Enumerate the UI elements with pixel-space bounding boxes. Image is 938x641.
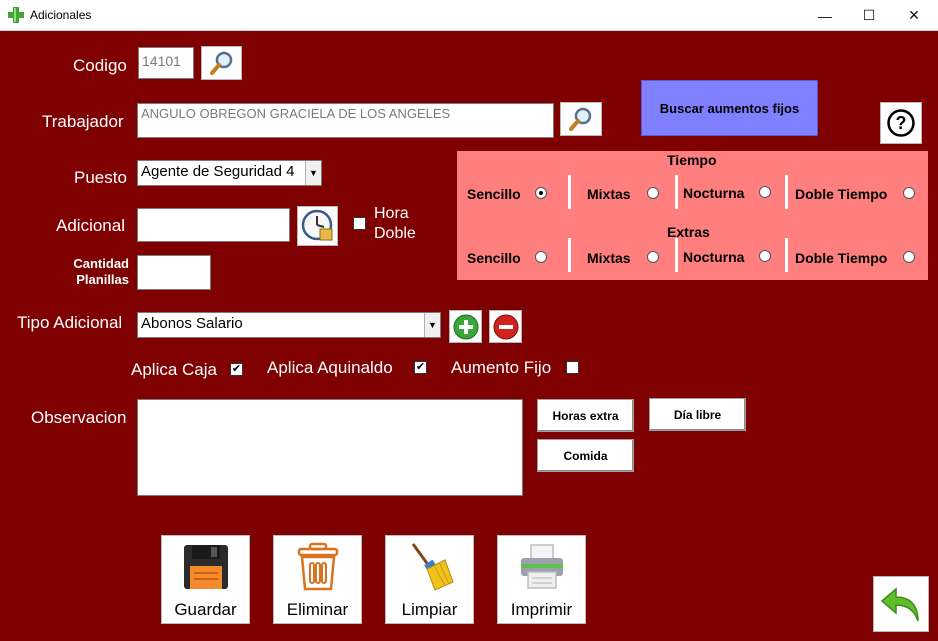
trash-icon xyxy=(297,542,339,591)
tiempo-nocturna-label: Nocturna xyxy=(683,185,745,201)
help-icon: ? xyxy=(887,109,915,137)
adicional-label: Adicional xyxy=(56,216,125,235)
tiempo-sencillo-label: Sencillo xyxy=(467,186,521,202)
puesto-select[interactable]: Agente de Seguridad 4 ▼ xyxy=(137,160,322,186)
hora-doble-checkbox[interactable] xyxy=(353,217,366,230)
dia-libre-button[interactable]: Día libre xyxy=(649,398,746,431)
codigo-label: Codigo xyxy=(73,56,127,75)
tiempo-mixtas-label: Mixtas xyxy=(587,186,631,202)
cantidad-planillas-field[interactable] xyxy=(137,255,211,290)
broom-icon xyxy=(411,543,454,591)
check-icon: ✔ xyxy=(231,363,242,375)
tiempo-mixtas-radio[interactable] xyxy=(647,187,659,199)
search-codigo-button[interactable] xyxy=(201,46,242,80)
eliminar-button[interactable]: Eliminar xyxy=(273,535,362,624)
extras-mixtas-radio[interactable] xyxy=(647,251,659,263)
trabajador-field[interactable]: ANGULO OBREGON GRACIELA DE LOS ANGELES xyxy=(137,103,554,138)
aplica-aguinaldo-checkbox[interactable]: ✔ xyxy=(414,361,427,374)
aplica-caja-label: Aplica Caja xyxy=(131,360,217,379)
separator xyxy=(675,175,678,209)
maximize-icon: ☐ xyxy=(862,7,876,23)
minimize-icon: — xyxy=(818,7,832,24)
extras-sencillo-radio[interactable] xyxy=(535,251,547,263)
tiempo-doble-tiempo-label: Doble Tiempo xyxy=(795,186,888,202)
imprimir-label: Imprimir xyxy=(510,600,573,619)
aumento-fijo-label: Aumento Fijo xyxy=(451,358,552,377)
back-arrow-icon xyxy=(880,587,919,622)
codigo-field[interactable]: 14101 xyxy=(138,47,194,79)
extras-sencillo-label: Sencillo xyxy=(467,250,521,266)
tipo-adicional-value: Abonos Salario xyxy=(141,315,243,332)
clock-icon xyxy=(301,209,332,241)
help-button[interactable]: ? xyxy=(880,102,922,144)
aumento-fijo-checkbox[interactable] xyxy=(566,361,579,374)
tiempo-sencillo-radio[interactable] xyxy=(535,187,547,199)
save-icon xyxy=(184,545,228,589)
limpiar-label: Limpiar xyxy=(401,600,458,619)
buscar-aumentos-fijos-button[interactable]: Buscar aumentos fijos xyxy=(641,80,818,136)
tiempo-doble-tiempo-radio[interactable] xyxy=(903,187,915,199)
aplica-aguinaldo-label: Aplica Aquinaldo xyxy=(267,358,393,377)
tipo-adicional-label: Tipo Adicional xyxy=(17,313,123,332)
horas-extra-button[interactable]: Horas extra xyxy=(537,399,634,432)
add-tipo-button[interactable] xyxy=(449,310,482,343)
chevron-down-icon: ▼ xyxy=(424,313,440,337)
svg-text:?: ? xyxy=(896,113,907,133)
chevron-down-icon: ▼ xyxy=(305,161,321,185)
minimize-button[interactable]: — xyxy=(802,0,848,31)
separator xyxy=(675,238,678,272)
cantidad-label-2: Planillas xyxy=(76,272,129,287)
search-icon xyxy=(569,107,592,131)
puesto-value: Agente de Seguridad 4 xyxy=(141,163,295,180)
extras-nocturna-label: Nocturna xyxy=(683,249,745,265)
tiempo-extras-panel: Tiempo Extras Sencillo Mixtas Nocturna D… xyxy=(457,151,928,280)
separator xyxy=(568,238,571,272)
puesto-label: Puesto xyxy=(74,168,127,187)
remove-tipo-button[interactable] xyxy=(489,310,522,343)
trabajador-label: Trabajador xyxy=(42,112,124,131)
check-icon: ✔ xyxy=(415,361,426,373)
plus-icon xyxy=(8,7,24,23)
remove-icon xyxy=(493,314,518,339)
guardar-label: Guardar xyxy=(174,600,237,619)
hora-doble-label-2: Doble xyxy=(374,225,416,242)
observacion-label: Observacion xyxy=(31,408,127,427)
tipo-adicional-select[interactable]: Abonos Salario ▼ xyxy=(137,312,441,338)
clock-button[interactable] xyxy=(297,206,338,246)
close-icon: ✕ xyxy=(908,7,920,23)
separator xyxy=(785,238,788,272)
observacion-textarea[interactable] xyxy=(137,399,523,496)
maximize-button[interactable]: ☐ xyxy=(846,0,892,31)
imprimir-button[interactable]: Imprimir xyxy=(497,535,586,624)
tiempo-nocturna-radio[interactable] xyxy=(759,186,771,198)
limpiar-button[interactable]: Limpiar xyxy=(385,535,474,624)
back-button[interactable] xyxy=(873,576,929,632)
comida-button[interactable]: Comida xyxy=(537,439,634,472)
search-trabajador-button[interactable] xyxy=(560,102,602,136)
separator xyxy=(785,175,788,209)
adicional-field[interactable] xyxy=(137,208,290,242)
extras-doble-tiempo-radio[interactable] xyxy=(903,251,915,263)
printer-icon xyxy=(521,544,563,589)
guardar-button[interactable]: Guardar xyxy=(161,535,250,624)
extras-nocturna-radio[interactable] xyxy=(759,250,771,262)
title-bar: Adicionales — ☐ ✕ xyxy=(0,0,938,31)
window-title: Adicionales xyxy=(30,8,92,22)
add-icon xyxy=(453,314,478,339)
extras-mixtas-label: Mixtas xyxy=(587,250,631,266)
extras-title: Extras xyxy=(667,224,710,240)
extras-doble-tiempo-label: Doble Tiempo xyxy=(795,250,888,266)
close-button[interactable]: ✕ xyxy=(891,0,937,31)
tiempo-title: Tiempo xyxy=(667,152,717,168)
aplica-caja-checkbox[interactable]: ✔ xyxy=(230,363,243,376)
cantidad-label-1: Cantidad xyxy=(73,256,129,271)
separator xyxy=(568,175,571,209)
search-icon xyxy=(209,51,232,75)
eliminar-label: Eliminar xyxy=(286,600,349,619)
hora-doble-label-1: Hora xyxy=(374,205,409,222)
